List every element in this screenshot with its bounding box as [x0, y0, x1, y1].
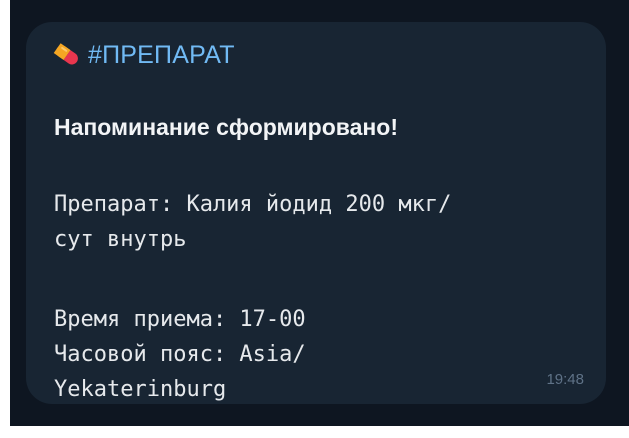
message-headline: Напоминание сформировано! [54, 114, 398, 140]
drug-info: Препарат: Калия йодид 200 мкг/сут внутрь [54, 187, 451, 257]
schedule-info: Время приема: 17-00 Часовой пояс: Asia/Ye… [54, 302, 306, 407]
timezone-line: Часовой пояс: Asia/ [54, 342, 306, 367]
hashtag-line: #ПРЕПАРАТ [52, 38, 235, 72]
message-bubble[interactable]: #ПРЕПАРАТ Напоминание сформировано! Преп… [26, 22, 606, 404]
drug-line: Препарат: Калия йодид 200 мкг/ [54, 192, 452, 217]
chat-background: #ПРЕПАРАТ Напоминание сформировано! Преп… [10, 0, 629, 426]
timezone-line-continuation: Yekaterinburg [54, 377, 227, 402]
intake-time-line: Время приема: 17-00 [54, 307, 306, 332]
hashtag-link[interactable]: #ПРЕПАРАТ [88, 41, 235, 70]
pill-icon [52, 40, 82, 70]
message-timestamp: 19:48 [546, 371, 584, 388]
drug-line-continuation: сут внутрь [54, 227, 187, 252]
